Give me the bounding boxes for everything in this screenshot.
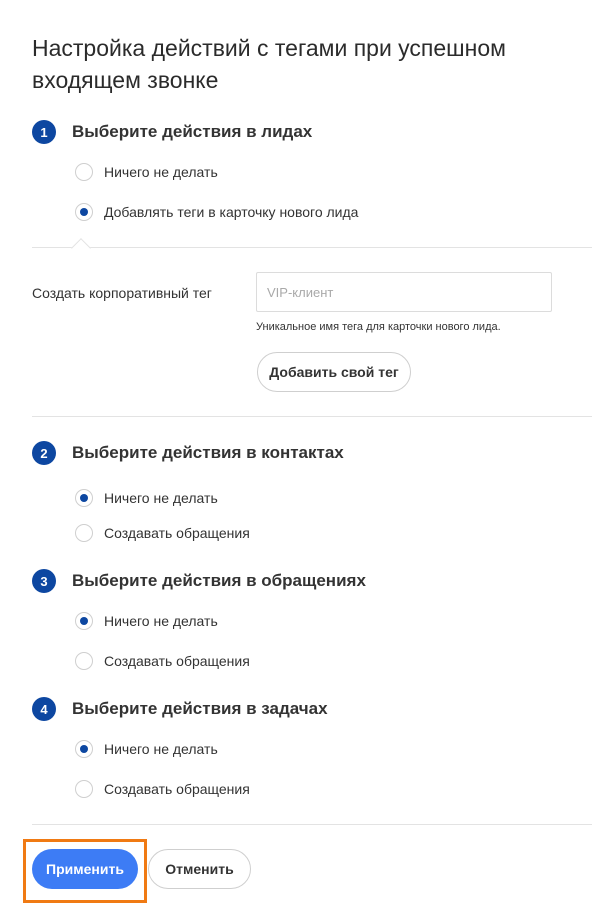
- radio-button[interactable]: [75, 780, 93, 798]
- radio-label: Ничего не делать: [104, 741, 218, 757]
- contact-option-create-requests[interactable]: Создавать обращения: [75, 523, 250, 543]
- step-1-header: 1 Выберите действия в лидах: [32, 119, 312, 145]
- step-number-badge: 3: [32, 569, 56, 593]
- page-title: Настройка действий с тегами при успешном…: [32, 35, 506, 93]
- radio-label: Ничего не делать: [104, 164, 218, 180]
- task-option-nothing[interactable]: Ничего не делать: [75, 739, 218, 759]
- caret-up-indicator: [71, 238, 91, 258]
- radio-label: Создавать обращения: [104, 525, 250, 541]
- step-number-badge: 4: [32, 697, 56, 721]
- step-heading: Выберите действия в контактах: [72, 443, 344, 462]
- cancel-button[interactable]: Отменить: [148, 849, 251, 889]
- contact-option-nothing[interactable]: Ничего не делать: [75, 488, 218, 508]
- step-2-header: 2 Выберите действия в контактах: [32, 440, 344, 466]
- step-number-badge: 1: [32, 120, 56, 144]
- tag-name-input[interactable]: [256, 272, 552, 312]
- radio-label: Создавать обращения: [104, 653, 250, 669]
- request-option-create-requests[interactable]: Создавать обращения: [75, 651, 250, 671]
- radio-button[interactable]: [75, 524, 93, 542]
- lead-option-add-tags[interactable]: Добавлять теги в карточку нового лида: [75, 202, 358, 222]
- request-option-nothing[interactable]: Ничего не делать: [75, 611, 218, 631]
- radio-button-selected[interactable]: [75, 612, 93, 630]
- radio-label: Ничего не делать: [104, 490, 218, 506]
- divider: [32, 247, 592, 248]
- radio-button[interactable]: [75, 163, 93, 181]
- step-heading: Выберите действия в лидах: [72, 122, 313, 141]
- add-tag-button[interactable]: Добавить свой тег: [257, 352, 411, 392]
- divider: [32, 416, 592, 417]
- radio-label: Добавлять теги в карточку нового лида: [104, 204, 359, 220]
- radio-button[interactable]: [75, 652, 93, 670]
- divider: [32, 824, 592, 825]
- step-heading: Выберите действия в задачах: [72, 699, 328, 718]
- step-number-badge: 2: [32, 441, 56, 465]
- step-heading: Выберите действия в обращениях: [72, 571, 366, 590]
- radio-label: Создавать обращения: [104, 781, 250, 797]
- step-3-header: 3 Выберите действия в обращениях: [32, 568, 366, 594]
- tag-field-label: Создать корпоративный тег: [32, 285, 212, 301]
- tag-hint-text: Уникальное имя тега для карточки нового …: [256, 321, 501, 333]
- radio-button-selected[interactable]: [75, 740, 93, 758]
- radio-button-selected[interactable]: [75, 489, 93, 507]
- task-option-create-requests[interactable]: Создавать обращения: [75, 779, 250, 799]
- radio-button-selected[interactable]: [75, 203, 93, 221]
- radio-label: Ничего не делать: [104, 613, 218, 629]
- highlight-box: [23, 839, 147, 903]
- lead-option-nothing[interactable]: Ничего не делать: [75, 162, 218, 182]
- step-4-header: 4 Выберите действия в задачах: [32, 696, 328, 722]
